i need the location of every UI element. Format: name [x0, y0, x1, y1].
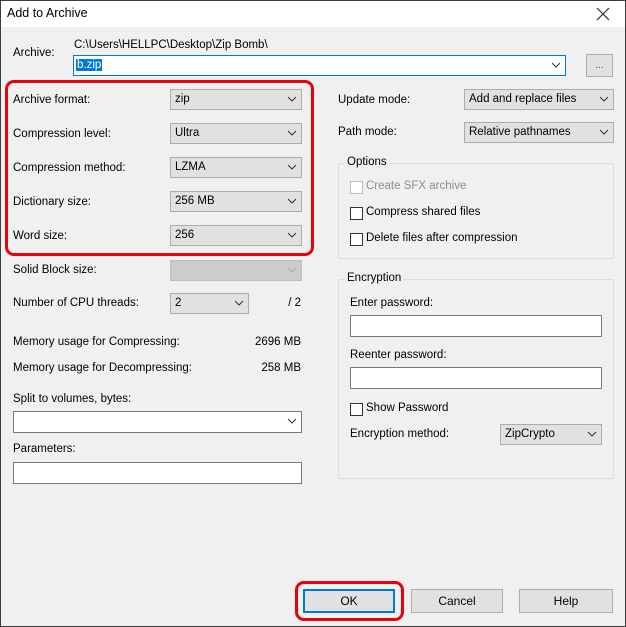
- dictionary-size-value: 256 MB: [175, 195, 215, 207]
- chevron-down-icon: [287, 232, 297, 238]
- split-volumes-label: Split to volumes, bytes:: [13, 393, 132, 405]
- help-button[interactable]: Help: [519, 589, 613, 613]
- browse-label: ...: [595, 60, 604, 71]
- mem-compress-value: 2696 MB: [254, 336, 301, 348]
- compression-level-value: Ultra: [175, 127, 200, 139]
- chevron-down-icon: [287, 198, 297, 204]
- chevron-down-icon: [287, 130, 297, 136]
- split-volumes-combo[interactable]: [13, 411, 302, 433]
- archive-format-select[interactable]: zip: [170, 89, 302, 110]
- cpu-threads-label: Number of CPU threads:: [13, 297, 139, 309]
- encryption-method-label: Encryption method:: [350, 428, 450, 440]
- chevron-down-icon: [287, 418, 297, 424]
- cancel-label: Cancel: [438, 594, 476, 608]
- cpu-threads-max: / 2: [288, 297, 301, 309]
- ok-button[interactable]: OK: [303, 589, 395, 613]
- help-label: Help: [553, 594, 579, 608]
- compression-level-label: Compression level:: [13, 128, 111, 140]
- parameters-input[interactable]: [13, 462, 302, 484]
- chevron-down-icon: [599, 96, 609, 102]
- chevron-down-icon: [287, 267, 297, 273]
- chevron-down-icon: [587, 431, 597, 437]
- update-mode-value: Add and replace files: [469, 93, 577, 105]
- cancel-button[interactable]: Cancel: [411, 589, 503, 613]
- path-mode-label: Path mode:: [338, 126, 397, 138]
- chevron-down-icon: [287, 96, 297, 102]
- show-password-checkbox[interactable]: [350, 403, 363, 416]
- title-bar: Add to Archive: [1, 1, 625, 27]
- update-mode-label: Update mode:: [338, 94, 411, 106]
- chevron-down-icon: [234, 300, 244, 306]
- delete-after-checkbox[interactable]: [350, 233, 363, 246]
- archive-format-value: zip: [175, 93, 190, 105]
- chevron-down-icon: [551, 62, 561, 68]
- reenter-password-input[interactable]: [350, 367, 602, 389]
- dictionary-size-select[interactable]: 256 MB: [170, 191, 302, 212]
- compression-level-select[interactable]: Ultra: [170, 123, 302, 144]
- solid-block-size-select[interactable]: [170, 260, 302, 281]
- archive-filename: b.zip: [76, 59, 103, 71]
- show-password-label: Show Password: [366, 402, 449, 414]
- compression-method-label: Compression method:: [13, 162, 126, 174]
- ok-label: OK: [340, 594, 358, 608]
- parameters-label: Parameters:: [13, 443, 76, 455]
- browse-button[interactable]: ...: [586, 54, 613, 77]
- compression-method-value: LZMA: [175, 161, 206, 173]
- cpu-threads-value: 2: [175, 297, 182, 309]
- path-mode-value: Relative pathnames: [469, 126, 571, 138]
- path-mode-select[interactable]: Relative pathnames: [464, 122, 614, 143]
- chevron-down-icon: [599, 129, 609, 135]
- update-mode-select[interactable]: Add and replace files: [464, 89, 614, 110]
- dictionary-size-label: Dictionary size:: [13, 196, 91, 208]
- archive-format-label: Archive format:: [13, 94, 91, 106]
- close-button[interactable]: [581, 1, 625, 27]
- archive-label: Archive:: [13, 47, 55, 59]
- cpu-threads-select[interactable]: 2: [170, 293, 249, 314]
- compress-shared-checkbox[interactable]: [350, 207, 363, 220]
- word-size-label: Word size:: [13, 230, 68, 242]
- chevron-down-icon: [287, 164, 297, 170]
- solid-block-size-label: Solid Block size:: [13, 264, 97, 276]
- mem-decompress-value: 258 MB: [261, 362, 301, 374]
- mem-compress-label: Memory usage for Compressing:: [13, 336, 180, 348]
- options-title: Options: [345, 156, 389, 168]
- archive-path: C:\Users\HELLPC\Desktop\Zip Bomb\: [74, 39, 268, 51]
- word-size-value: 256: [175, 229, 195, 241]
- create-sfx-label: Create SFX archive: [366, 180, 467, 192]
- reenter-password-label: Reenter password:: [350, 349, 447, 361]
- enter-password-input[interactable]: [350, 315, 602, 337]
- encryption-method-value: ZipCrypto: [505, 428, 555, 440]
- compression-method-select[interactable]: LZMA: [170, 157, 302, 178]
- enter-password-label: Enter password:: [350, 297, 434, 309]
- encryption-title: Encryption: [345, 272, 404, 284]
- close-icon: [596, 7, 610, 21]
- delete-after-label: Delete files after compression: [366, 232, 518, 244]
- create-sfx-checkbox[interactable]: [350, 181, 363, 194]
- add-to-archive-dialog: Add to Archive Archive: C:\Users\HELLPC\…: [0, 0, 626, 627]
- encryption-method-select[interactable]: ZipCrypto: [500, 424, 602, 445]
- window-title: Add to Archive: [7, 6, 88, 20]
- compress-shared-label: Compress shared files: [366, 206, 481, 218]
- archive-filename-combo[interactable]: b.zip: [73, 55, 566, 76]
- mem-decompress-label: Memory usage for Decompressing:: [13, 362, 192, 374]
- word-size-select[interactable]: 256: [170, 225, 302, 246]
